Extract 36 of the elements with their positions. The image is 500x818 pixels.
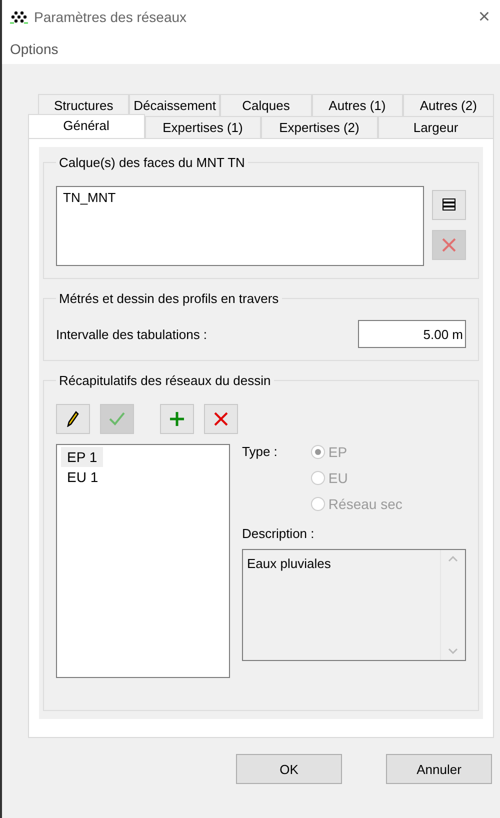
- type-label: Type :: [242, 444, 278, 461]
- tab[interactable]: Autres (1): [312, 94, 403, 116]
- dialog-button[interactable]: Annuler: [386, 754, 492, 784]
- field-label: Intervalle des tabulations :: [56, 326, 208, 342]
- network-item[interactable]: EU 1: [61, 467, 104, 487]
- tab[interactable]: Décaissement: [129, 94, 220, 116]
- layer-list[interactable]: TN_MNT: [56, 186, 424, 266]
- tab[interactable]: Autres (2): [402, 94, 494, 116]
- description-label: Description :: [242, 526, 316, 541]
- list-item[interactable]: TN_MNT: [63, 190, 417, 205]
- layers-icon: [441, 198, 457, 212]
- interval-field[interactable]: 5.00 m: [358, 320, 466, 348]
- tab[interactable]: Largeur: [378, 116, 494, 138]
- tab[interactable]: Calques: [220, 94, 312, 116]
- dialog-button[interactable]: OK: [236, 754, 342, 784]
- group-title: Calque(s) des faces du MNT TN: [58, 155, 246, 170]
- tab[interactable]: Expertises (1): [144, 116, 261, 138]
- tab[interactable]: Expertises (2): [261, 116, 378, 138]
- tab[interactable]: Général: [28, 114, 144, 138]
- plus-icon: [169, 411, 185, 427]
- close-icon: [213, 411, 229, 427]
- group-title: Récapitulatifs des réseaux du dessin: [58, 373, 272, 388]
- layers-button[interactable]: [432, 190, 466, 220]
- pencil-icon: [67, 411, 79, 427]
- grid-icon: [10, 10, 28, 24]
- window-title: Paramètres des réseaux: [34, 9, 188, 25]
- network-item[interactable]: EP 1: [61, 447, 104, 467]
- menu-item[interactable]: Options: [10, 39, 58, 59]
- close-button[interactable]: ×: [474, 6, 494, 28]
- checkmark-icon: [108, 411, 126, 427]
- group-title: Métrés et dessin des profils en travers: [58, 291, 280, 306]
- edit-button[interactable]: [56, 404, 90, 434]
- add-button[interactable]: [160, 404, 194, 434]
- close-icon: [441, 237, 457, 253]
- delete-button[interactable]: [204, 404, 238, 434]
- tab[interactable]: Structures: [38, 94, 130, 116]
